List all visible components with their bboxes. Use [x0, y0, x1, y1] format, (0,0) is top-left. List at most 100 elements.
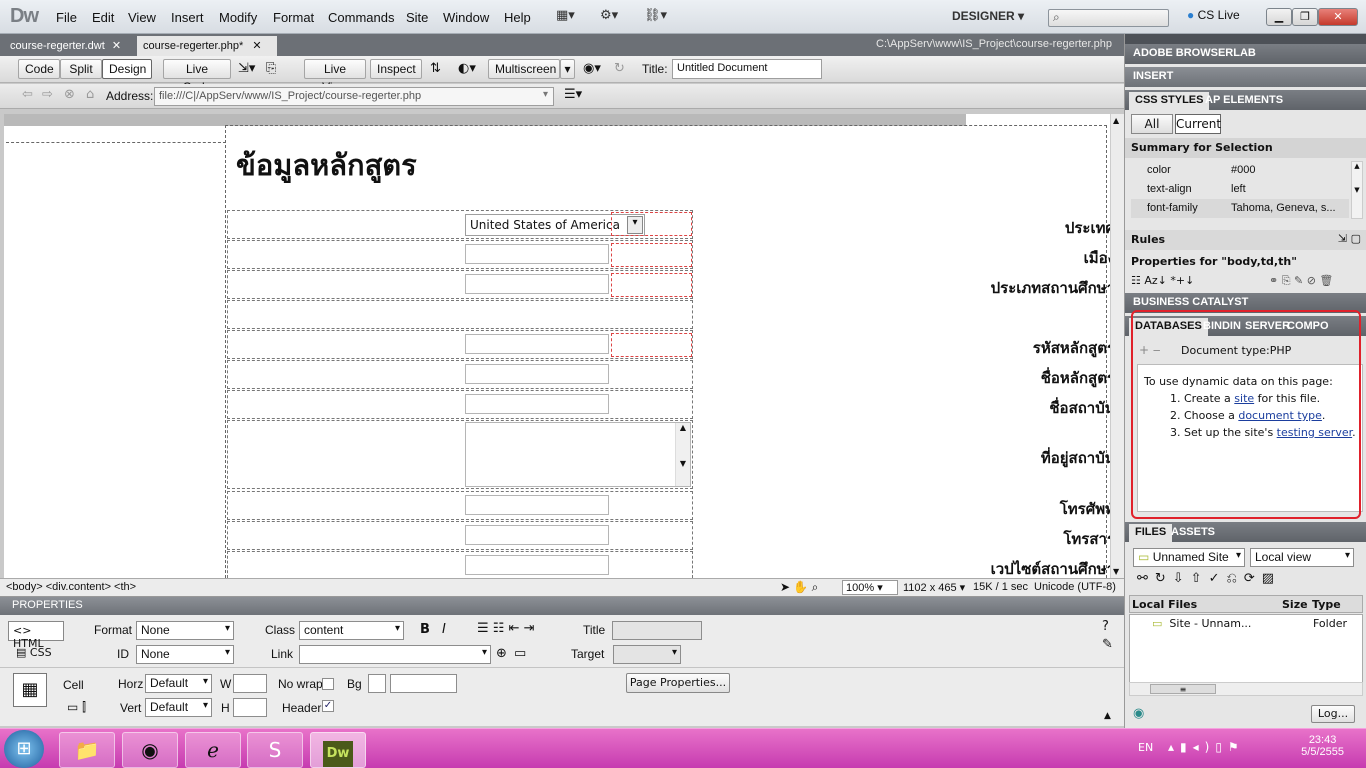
format-select[interactable]: None — [136, 621, 234, 640]
restore-button[interactable]: ❐ — [1292, 8, 1318, 26]
home-icon[interactable]: ⌂ — [86, 87, 94, 102]
target-select[interactable] — [613, 645, 681, 664]
view-options-icon[interactable]: ☰▾ — [564, 87, 582, 102]
css-action-icons[interactable]: ⚭ ⎘ ✎ ⊘ 🗑 — [1269, 274, 1333, 288]
skype-taskbar-icon[interactable]: S — [247, 732, 303, 768]
visual-aids-icon[interactable]: ◉▾ — [583, 61, 601, 76]
label-course-code[interactable]: รหัสหลักสูตร — [1033, 336, 1115, 360]
file-row[interactable]: ▭ Site - Unnam... — [1152, 617, 1251, 630]
files-toolbar-icons[interactable]: ⚯↻⇩⇧✓⎌⟳▨ — [1137, 571, 1281, 586]
textarea-scrollbar[interactable]: ▲ ▼ — [675, 423, 690, 486]
link-input[interactable] — [299, 645, 491, 664]
clock[interactable]: 23:43 5/5/2555 — [1301, 734, 1344, 758]
bold-icon[interactable]: B — [420, 622, 430, 637]
address-dropdown-icon[interactable]: ▾ — [543, 89, 548, 100]
menu-commands[interactable]: Commands — [328, 10, 394, 25]
course-code-input[interactable] — [465, 334, 609, 354]
stop-icon[interactable]: ⊗ — [64, 87, 75, 102]
close-icon[interactable]: ✕ — [252, 40, 261, 52]
city-input[interactable] — [465, 244, 609, 264]
tab-dwt[interactable]: course-regerter.dwt ✕ — [4, 36, 136, 56]
nowrap-checkbox[interactable] — [322, 678, 334, 690]
page-heading[interactable]: ข้อมูลหลักสูตร — [236, 142, 417, 188]
bg-color-input[interactable] — [390, 674, 457, 693]
log-button[interactable]: Log... — [1311, 705, 1355, 723]
menu-help[interactable]: Help — [504, 10, 531, 25]
collapse-icon[interactable]: ▲ — [1104, 711, 1111, 721]
list-icons[interactable]: ☰ ☷ ⇤ ⇥ — [477, 621, 535, 636]
tray-icons[interactable]: ▴▮◂)▯⚑ — [1168, 740, 1245, 754]
design-view-button[interactable]: Design — [102, 59, 152, 79]
css-view-icons[interactable]: ☷ Az↓ *+↓ — [1131, 274, 1194, 287]
search-input[interactable]: ⌕ — [1048, 9, 1169, 27]
website-input[interactable] — [465, 555, 609, 575]
layout-icon[interactable]: ▦▾ — [556, 8, 575, 26]
language-indicator[interactable]: EN — [1138, 741, 1153, 754]
address-input[interactable]: file:///C|/AppServ/www/IS_Project/course… — [154, 87, 554, 106]
col-local-files[interactable]: Local Files — [1132, 598, 1197, 611]
multiscreen-button[interactable]: Multiscreen — [488, 59, 560, 79]
scroll-up-icon[interactable]: ▲ — [1113, 116, 1119, 125]
site-select[interactable]: ▭ Unnamed Site — [1133, 548, 1245, 567]
menu-site[interactable]: Site — [406, 10, 428, 25]
institution-input[interactable] — [465, 394, 609, 414]
label-school-type[interactable]: ประเภทสถานศึกษา — [991, 276, 1115, 300]
view-select[interactable]: Local view — [1250, 548, 1354, 567]
pointer-tool-icon[interactable]: ➤ ✋ ⌕ — [780, 580, 818, 595]
tab-ap-elements[interactable]: AP ELEMENTS — [1199, 92, 1289, 110]
workspace-switcher[interactable]: DESIGNER ▾ — [952, 9, 1024, 23]
bg-color-swatch[interactable] — [368, 674, 386, 693]
html-mode-button[interactable]: <> HTML — [8, 621, 64, 650]
cs-live-button[interactable]: ● CS Live — [1187, 8, 1240, 22]
scroll-thumb[interactable]: ≡ — [1150, 684, 1216, 694]
class-select[interactable]: content — [299, 621, 404, 640]
back-icon[interactable]: ⇦ — [22, 87, 33, 102]
merge-cells-icon[interactable]: ▭ ⫿ — [67, 700, 86, 715]
id-select[interactable]: None — [136, 645, 234, 664]
menu-format[interactable]: Format — [273, 10, 314, 25]
menu-window[interactable]: Window — [443, 10, 489, 25]
label-phone[interactable]: โทรศัพท์ — [1060, 497, 1115, 521]
all-mode-button[interactable]: All — [1131, 114, 1173, 134]
file-transfer-icon[interactable]: ⇅ — [430, 61, 441, 76]
label-address[interactable]: ที่อยู่สถาบัน — [1041, 446, 1115, 470]
folder-icon[interactable]: ▭ — [514, 646, 526, 661]
zoom-select[interactable]: 100% ▾ — [842, 580, 898, 595]
horz-select[interactable]: Default — [145, 674, 212, 693]
current-mode-button[interactable]: Current — [1175, 114, 1221, 134]
italic-icon[interactable]: I — [442, 622, 446, 637]
address-textarea[interactable]: ▲ ▼ — [465, 422, 691, 487]
inspect-arrow-icon[interactable]: ⇲▾ — [238, 61, 255, 76]
files-hscrollbar[interactable]: ≡ — [1129, 682, 1363, 696]
col-size[interactable]: Size — [1282, 598, 1308, 611]
css-mode-button[interactable]: ▤ CSS — [16, 646, 52, 659]
help-icon[interactable]: ? — [1102, 619, 1109, 634]
minimize-button[interactable]: ▁ — [1266, 8, 1292, 26]
split-view-button[interactable]: Split — [60, 59, 102, 79]
col-type[interactable]: Type — [1312, 598, 1341, 611]
close-button[interactable]: ✕ — [1318, 8, 1358, 26]
css-row-color[interactable]: color #000 — [1131, 161, 1349, 180]
ie-taskbar-icon[interactable]: ℯ — [185, 732, 241, 768]
dreamweaver-taskbar-icon[interactable]: Dw — [310, 732, 366, 768]
menu-file[interactable]: File — [56, 10, 77, 25]
edit-icon[interactable]: ✎ — [1102, 637, 1113, 652]
site-icon[interactable]: ⛓▾ — [644, 8, 667, 26]
width-input[interactable] — [233, 674, 267, 693]
label-country[interactable]: ประเทศ — [1065, 216, 1115, 240]
close-icon[interactable]: ✕ — [112, 40, 121, 52]
inspect-button[interactable]: Inspect — [370, 59, 422, 79]
menu-edit[interactable]: Edit — [92, 10, 114, 25]
multiscreen-dropdown[interactable]: ▾ — [560, 59, 575, 79]
menu-view[interactable]: View — [128, 10, 156, 25]
gear-icon[interactable]: ⚙▾ — [600, 8, 618, 26]
tab-css-styles[interactable]: CSS STYLES — [1129, 92, 1210, 110]
live-view-button[interactable]: Live View — [304, 59, 366, 94]
page-properties-button[interactable]: Page Properties... — [626, 673, 730, 693]
height-input[interactable] — [233, 698, 267, 717]
summary-scrollbar[interactable]: ▲ ▼ — [1351, 161, 1363, 219]
chrome-taskbar-icon[interactable]: ◉ — [122, 732, 178, 768]
tab-assets[interactable]: ASSETS — [1165, 524, 1221, 542]
fax-input[interactable] — [465, 525, 609, 545]
tag-selector[interactable]: <body> <div.content> <th> — [6, 581, 136, 593]
